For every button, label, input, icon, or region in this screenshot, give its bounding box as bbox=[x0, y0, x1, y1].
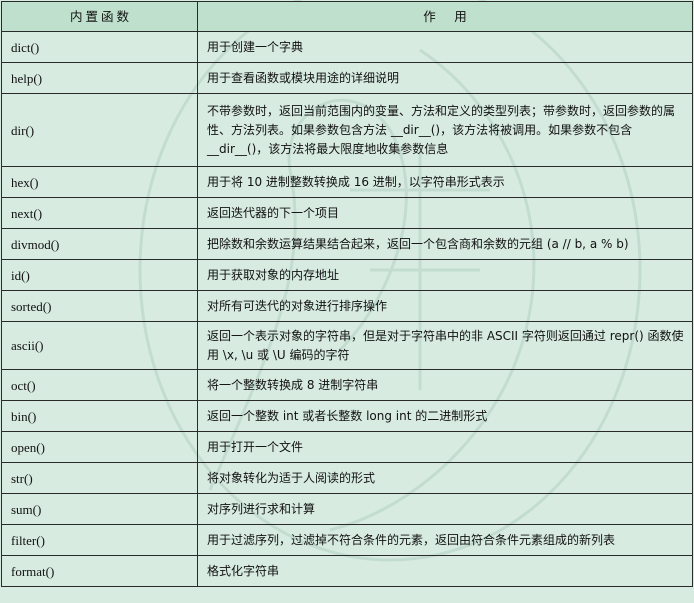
function-name: next() bbox=[1, 197, 198, 229]
function-name: help() bbox=[1, 62, 198, 94]
table-row: next() 返回迭代器的下一个项目 bbox=[1, 197, 693, 229]
function-name: oct() bbox=[1, 369, 198, 401]
table-row: bin() 返回一个整数 int 或者长整数 long int 的二进制形式 bbox=[1, 400, 693, 432]
table-row: oct() 将一个整数转换成 8 进制字符串 bbox=[1, 369, 693, 401]
table-row: divmod() 把除数和余数运算结果结合起来，返回一个包含商和余数的元组 (a… bbox=[1, 228, 693, 260]
function-name: dir() bbox=[1, 93, 198, 167]
table-row: sum() 对序列进行求和计算 bbox=[1, 493, 693, 525]
function-description: 返回一个整数 int 或者长整数 long int 的二进制形式 bbox=[197, 400, 693, 432]
table-row: hex() 用于将 10 进制整数转换成 16 进制，以字符串形式表示 bbox=[1, 166, 693, 198]
function-description: 将一个整数转换成 8 进制字符串 bbox=[197, 369, 693, 401]
table-row: help() 用于查看函数或模块用途的详细说明 bbox=[1, 62, 693, 94]
function-name: format() bbox=[1, 555, 198, 587]
function-name: hex() bbox=[1, 166, 198, 198]
header-function-name: 内置函数 bbox=[1, 1, 198, 32]
function-name: bin() bbox=[1, 400, 198, 432]
builtin-functions-table: 内置函数 作 用 dict() 用于创建一个字典 help() 用于查看函数或模… bbox=[1, 1, 693, 587]
function-description: 返回迭代器的下一个项目 bbox=[197, 197, 693, 229]
function-name: ascii() bbox=[1, 321, 198, 370]
function-name: filter() bbox=[1, 524, 198, 556]
function-description: 用于打开一个文件 bbox=[197, 431, 693, 463]
header-function-purpose: 作 用 bbox=[197, 1, 693, 32]
function-description: 将对象转化为适于人阅读的形式 bbox=[197, 462, 693, 494]
table-row: ascii() 返回一个表示对象的字符串，但是对于字符串中的非 ASCII 字符… bbox=[1, 321, 693, 370]
table-row: id() 用于获取对象的内存地址 bbox=[1, 259, 693, 291]
function-name: dict() bbox=[1, 31, 198, 63]
function-name: sum() bbox=[1, 493, 198, 525]
function-name: id() bbox=[1, 259, 198, 291]
table-row: open() 用于打开一个文件 bbox=[1, 431, 693, 463]
page: 内置函数 作 用 dict() 用于创建一个字典 help() 用于查看函数或模… bbox=[0, 0, 694, 603]
function-description: 用于将 10 进制整数转换成 16 进制，以字符串形式表示 bbox=[197, 166, 693, 198]
function-name: open() bbox=[1, 431, 198, 463]
function-name: str() bbox=[1, 462, 198, 494]
function-description: 用于过滤序列，过滤掉不符合条件的元素，返回由符合条件元素组成的新列表 bbox=[197, 524, 693, 556]
function-description: 把除数和余数运算结果结合起来，返回一个包含商和余数的元组 (a // b, a … bbox=[197, 228, 693, 260]
function-description: 不带参数时，返回当前范围内的变量、方法和定义的类型列表；带参数时，返回参数的属性… bbox=[197, 93, 693, 167]
table-header-row: 内置函数 作 用 bbox=[1, 1, 693, 32]
function-description: 用于查看函数或模块用途的详细说明 bbox=[197, 62, 693, 94]
function-description: 用于创建一个字典 bbox=[197, 31, 693, 63]
function-name: sorted() bbox=[1, 290, 198, 322]
function-description: 格式化字符串 bbox=[197, 555, 693, 587]
function-description: 用于获取对象的内存地址 bbox=[197, 259, 693, 291]
function-description: 返回一个表示对象的字符串，但是对于字符串中的非 ASCII 字符则返回通过 re… bbox=[197, 321, 693, 370]
function-description: 对所有可迭代的对象进行排序操作 bbox=[197, 290, 693, 322]
table-row: format() 格式化字符串 bbox=[1, 555, 693, 587]
function-description: 对序列进行求和计算 bbox=[197, 493, 693, 525]
table-row: dir() 不带参数时，返回当前范围内的变量、方法和定义的类型列表；带参数时，返… bbox=[1, 93, 693, 167]
function-name: divmod() bbox=[1, 228, 198, 260]
table-row: dict() 用于创建一个字典 bbox=[1, 31, 693, 63]
table-row: sorted() 对所有可迭代的对象进行排序操作 bbox=[1, 290, 693, 322]
table-row: str() 将对象转化为适于人阅读的形式 bbox=[1, 462, 693, 494]
table-row: filter() 用于过滤序列，过滤掉不符合条件的元素，返回由符合条件元素组成的… bbox=[1, 524, 693, 556]
